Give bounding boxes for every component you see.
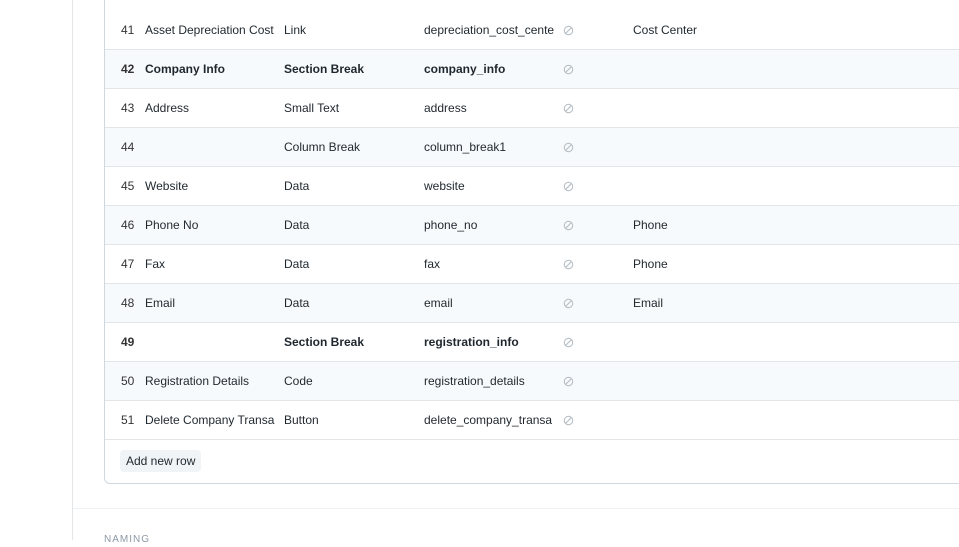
row-index: 42 <box>121 62 135 76</box>
field-type-cell[interactable]: Small Text <box>284 89 416 127</box>
fieldname-cell[interactable]: company_info <box>424 50 554 88</box>
options-cell[interactable] <box>633 401 833 439</box>
circle-slash-icon <box>563 206 583 244</box>
row-index: 45 <box>121 179 135 193</box>
circle-slash-icon <box>563 284 583 322</box>
options-cell[interactable] <box>633 323 833 361</box>
options-cell[interactable] <box>633 50 833 88</box>
field-type-cell[interactable]: Section Break <box>284 323 416 361</box>
form-body: 41 Asset Depreciation Cost Link depreciatio… <box>72 0 959 545</box>
fieldname-cell[interactable]: depreciation_cost_cente <box>424 11 554 49</box>
fieldname-cell[interactable]: registration_info <box>424 323 554 361</box>
add-new-row-button[interactable]: Add new row <box>120 450 202 472</box>
field-type-cell[interactable]: Data <box>284 206 416 244</box>
fieldname-cell[interactable]: address <box>424 89 554 127</box>
table-row[interactable]: 49 Section Break registration_info <box>105 323 959 362</box>
field-type-cell[interactable]: Code <box>284 362 416 400</box>
fieldname-cell[interactable]: phone_no <box>424 206 554 244</box>
circle-slash-icon <box>563 401 583 439</box>
field-type-cell[interactable]: Data <box>284 245 416 283</box>
row-index: 51 <box>121 413 135 427</box>
field-label-cell[interactable]: Website <box>145 167 277 205</box>
table-row[interactable]: 50 Registration Details Code registration_d… <box>105 362 959 401</box>
options-cell[interactable]: Phone <box>633 245 833 283</box>
grid-rows: 41 Asset Depreciation Cost Link depreciatio… <box>105 11 959 440</box>
options-cell[interactable]: Phone <box>633 206 833 244</box>
fieldname-cell[interactable]: column_break1 <box>424 128 554 166</box>
circle-slash-icon <box>563 167 583 205</box>
circle-slash-icon <box>563 11 583 49</box>
row-index: 47 <box>121 257 135 271</box>
options-cell[interactable] <box>633 89 833 127</box>
circle-slash-icon <box>563 128 583 166</box>
fieldname-cell[interactable]: registration_details <box>424 362 554 400</box>
table-row[interactable]: 42 Company Info Section Break company_info <box>105 50 959 89</box>
field-type-cell[interactable]: Link <box>284 11 416 49</box>
fieldname-cell[interactable]: email <box>424 284 554 322</box>
table-row[interactable]: 43 Address Small Text address <box>105 89 959 128</box>
page-gutter <box>0 0 72 540</box>
options-cell[interactable]: Cost Center <box>633 11 833 49</box>
fields-grid: 41 Asset Depreciation Cost Link depreciatio… <box>104 0 959 484</box>
row-index: 44 <box>121 140 135 154</box>
table-row[interactable]: 44 Column Break column_break1 <box>105 128 959 167</box>
row-index: 48 <box>121 296 135 310</box>
table-row[interactable]: 48 Email Data email Email <box>105 284 959 323</box>
options-cell[interactable] <box>633 362 833 400</box>
field-label-cell[interactable]: Address <box>145 89 277 127</box>
field-type-cell[interactable]: Data <box>284 167 416 205</box>
table-row[interactable]: 47 Fax Data fax Phone <box>105 245 959 284</box>
table-row[interactable]: 46 Phone No Data phone_no Phone <box>105 206 959 245</box>
circle-slash-icon <box>563 245 583 283</box>
options-cell[interactable] <box>633 128 833 166</box>
fieldname-cell[interactable]: fax <box>424 245 554 283</box>
row-index: 43 <box>121 101 135 115</box>
field-label-cell[interactable]: Email <box>145 284 277 322</box>
fieldname-cell[interactable]: delete_company_transa <box>424 401 554 439</box>
row-index: 46 <box>121 218 135 232</box>
grid-footer: Add new row <box>105 440 959 483</box>
row-index: 41 <box>121 23 135 37</box>
options-cell[interactable] <box>633 167 833 205</box>
fieldname-cell[interactable]: website <box>424 167 554 205</box>
row-index: 50 <box>121 374 135 388</box>
circle-slash-icon <box>563 50 583 88</box>
circle-slash-icon <box>563 362 583 400</box>
field-label-cell[interactable]: Company Info <box>145 50 277 88</box>
circle-slash-icon <box>563 89 583 127</box>
field-type-cell[interactable]: Button <box>284 401 416 439</box>
table-row[interactable]: 51 Delete Company Transa Button delete_comp… <box>105 401 959 440</box>
options-cell[interactable]: Email <box>633 284 833 322</box>
field-type-cell[interactable]: Section Break <box>284 50 416 88</box>
field-label-cell[interactable] <box>145 128 277 166</box>
field-label-cell[interactable]: Registration Details <box>145 362 277 400</box>
field-label-cell[interactable]: Asset Depreciation Cost <box>145 11 277 49</box>
field-label-cell[interactable]: Phone No <box>145 206 277 244</box>
circle-slash-icon <box>563 323 583 361</box>
field-type-cell[interactable]: Column Break <box>284 128 416 166</box>
field-type-cell[interactable]: Data <box>284 284 416 322</box>
field-label-cell[interactable] <box>145 323 277 361</box>
table-row[interactable]: 45 Website Data website <box>105 167 959 206</box>
field-label-cell[interactable]: Fax <box>145 245 277 283</box>
section-divider <box>73 508 959 509</box>
section-heading-naming[interactable]: NAMING <box>104 533 150 547</box>
row-index: 49 <box>121 335 135 349</box>
table-row[interactable]: 41 Asset Depreciation Cost Link depreciatio… <box>105 11 959 50</box>
field-label-cell[interactable]: Delete Company Transa <box>145 401 277 439</box>
